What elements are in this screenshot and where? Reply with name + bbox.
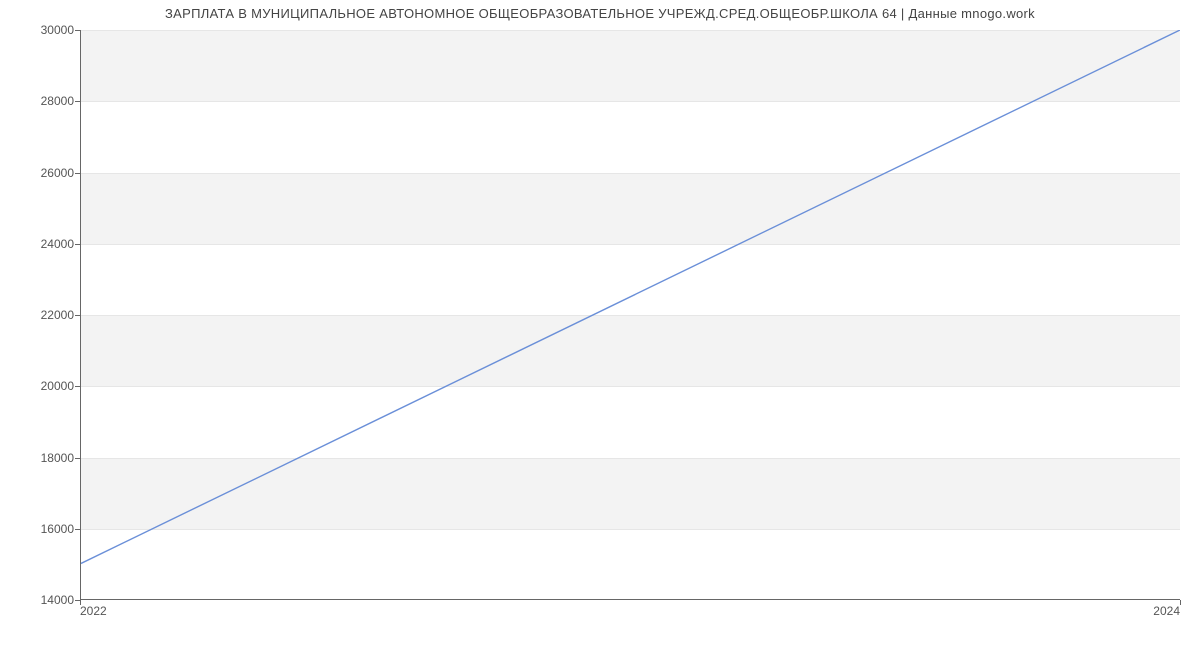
y-tick-mark xyxy=(75,529,80,530)
chart-container: ЗАРПЛАТА В МУНИЦИПАЛЬНОЕ АВТОНОМНОЕ ОБЩЕ… xyxy=(0,0,1200,650)
y-tick-mark xyxy=(75,458,80,459)
y-tick-mark xyxy=(75,315,80,316)
y-tick-label: 26000 xyxy=(14,166,74,180)
y-tick-mark xyxy=(75,244,80,245)
y-tick-label: 20000 xyxy=(14,379,74,393)
y-tick-mark xyxy=(75,386,80,387)
y-tick-mark xyxy=(75,101,80,102)
y-tick-label: 30000 xyxy=(14,23,74,37)
y-tick-label: 22000 xyxy=(14,308,74,322)
chart-title: ЗАРПЛАТА В МУНИЦИПАЛЬНОЕ АВТОНОМНОЕ ОБЩЕ… xyxy=(0,6,1200,21)
y-tick-label: 18000 xyxy=(14,451,74,465)
y-tick-label: 16000 xyxy=(14,522,74,536)
y-tick-mark xyxy=(75,173,80,174)
x-tick-mark xyxy=(80,600,81,605)
y-tick-label: 24000 xyxy=(14,237,74,251)
x-tick-label: 2024 xyxy=(1153,604,1180,618)
y-tick-mark xyxy=(75,30,80,31)
plot-area xyxy=(80,30,1180,600)
y-tick-label: 14000 xyxy=(14,593,74,607)
x-tick-label: 2022 xyxy=(80,604,107,618)
y-tick-label: 28000 xyxy=(14,94,74,108)
line-series xyxy=(81,30,1180,599)
x-tick-mark xyxy=(1180,600,1181,605)
